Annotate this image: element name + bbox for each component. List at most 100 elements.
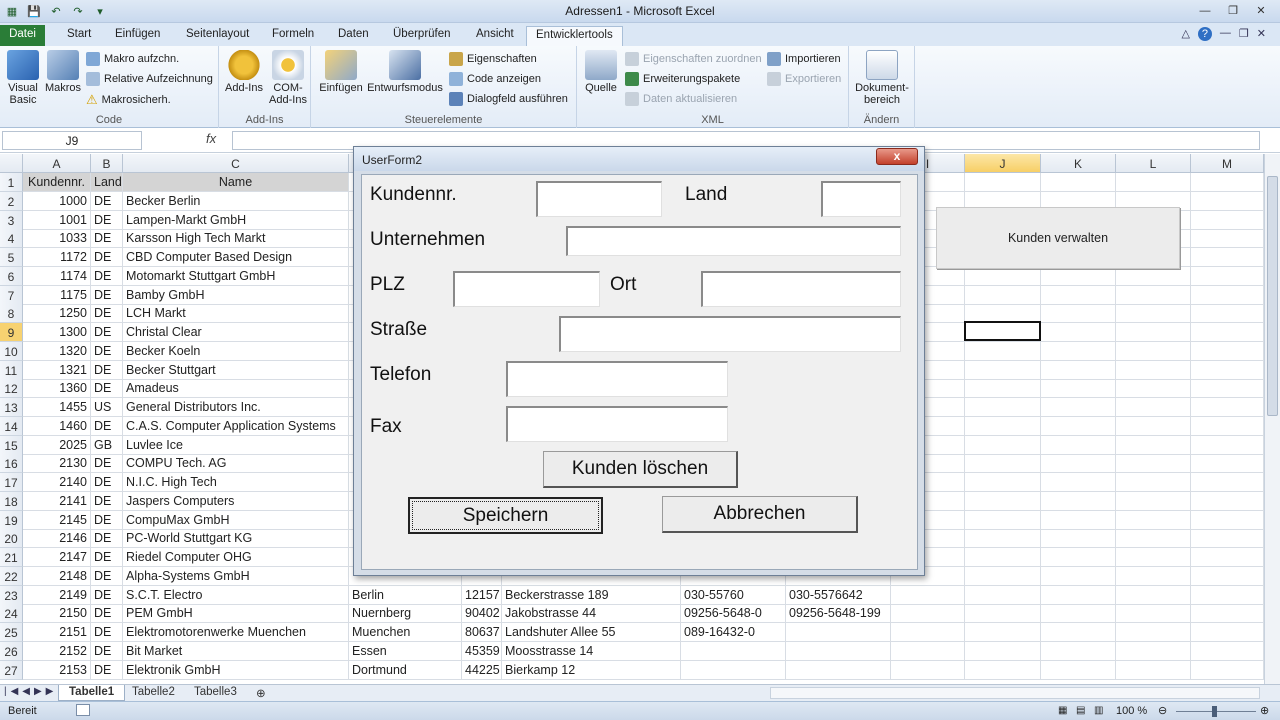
name-box[interactable]: J9 [2, 131, 142, 150]
table-cell[interactable]: GB [91, 435, 123, 455]
makrosicherheit-button[interactable]: ⚠ Makrosicherh. [86, 92, 171, 108]
table-cell[interactable] [965, 454, 1041, 474]
dialogfeld-ausfuehren-button[interactable]: Dialogfeld ausführen [449, 92, 568, 106]
zoom-level[interactable]: 100 % [1116, 705, 1147, 717]
table-cell[interactable]: PEM GmbH [123, 604, 349, 624]
table-cell[interactable]: 90402 [462, 604, 502, 624]
macro-record-status-icon[interactable] [76, 704, 90, 716]
close-icon[interactable]: ✕ [1248, 2, 1274, 19]
table-cell[interactable]: Riedel Computer OHG [123, 548, 349, 567]
row-header[interactable]: 11 [0, 360, 23, 380]
table-cell[interactable] [1041, 304, 1116, 324]
table-cell[interactable] [1116, 604, 1191, 624]
table-cell[interactable]: Muenchen [349, 623, 462, 642]
table-cell[interactable]: N.I.C. High Tech [123, 473, 349, 492]
new-sheet-icon[interactable]: ⊕ [246, 685, 276, 701]
column-header[interactable]: L [1116, 154, 1191, 173]
view-layout-icon[interactable]: ▤ [1076, 705, 1085, 716]
table-cell[interactable] [1191, 173, 1264, 192]
table-cell[interactable] [1116, 379, 1191, 399]
table-cell[interactable] [1116, 285, 1191, 305]
table-cell[interactable]: 2146 [23, 529, 91, 549]
kundennr-input[interactable] [536, 181, 662, 217]
table-cell[interactable]: PC-World Stuttgart KG [123, 529, 349, 549]
minimize-ribbon-icon[interactable]: △ [1181, 27, 1189, 41]
column-header[interactable]: A [23, 154, 91, 173]
addins-button[interactable]: Add-Ins [223, 50, 265, 94]
kunden-loeschen-button[interactable]: Kunden löschen [543, 451, 738, 488]
table-cell[interactable] [1116, 454, 1191, 474]
zoom-in-icon[interactable]: ⊕ [1260, 704, 1269, 717]
table-cell[interactable] [891, 660, 965, 680]
table-cell[interactable]: Alpha-Systems GmbH [123, 566, 349, 586]
table-cell[interactable]: Luvlee Ice [123, 435, 349, 455]
table-cell[interactable]: Becker Koeln [123, 341, 349, 361]
table-cell[interactable]: DE [91, 641, 123, 661]
tab-entwicklertools[interactable]: Entwicklertools [526, 26, 623, 47]
table-cell[interactable] [1041, 266, 1116, 286]
table-cell[interactable]: DE [91, 341, 123, 361]
table-cell[interactable] [1191, 566, 1264, 586]
view-pagebreak-icon[interactable]: ▥ [1094, 705, 1103, 716]
daten-aktualisieren-button[interactable]: Daten aktualisieren [625, 92, 737, 106]
exportieren-button[interactable]: Exportieren [767, 72, 841, 86]
table-cell[interactable] [965, 623, 1041, 642]
table-header-cell[interactable]: Kundennr. [23, 173, 91, 192]
com-addins-button[interactable]: COM-Add-Ins [267, 50, 309, 106]
row-header[interactable]: 15 [0, 435, 23, 455]
table-cell[interactable] [1116, 416, 1191, 436]
row-header[interactable]: 12 [0, 379, 23, 399]
row-header[interactable]: 19 [0, 510, 23, 530]
entwurfsmodus-button[interactable]: Entwurfsmodus [366, 50, 444, 94]
table-cell[interactable]: DE [91, 491, 123, 511]
table-cell[interactable]: DE [91, 323, 123, 342]
table-cell[interactable] [1116, 398, 1191, 417]
row-header[interactable]: 9 [0, 323, 23, 342]
table-cell[interactable] [1116, 341, 1191, 361]
table-cell[interactable] [681, 660, 786, 680]
table-cell[interactable] [1191, 323, 1264, 342]
view-normal-icon[interactable]: ▦ [1058, 705, 1067, 716]
eigenschaften-zuordnen-button[interactable]: Eigenschaften zuordnen [625, 52, 762, 66]
telefon-input[interactable] [506, 361, 728, 397]
table-cell[interactable] [1041, 173, 1116, 192]
table-cell[interactable]: 1321 [23, 360, 91, 380]
table-cell[interactable]: DE [91, 548, 123, 567]
table-cell[interactable] [1191, 623, 1264, 642]
table-cell[interactable]: DE [91, 510, 123, 530]
table-cell[interactable]: 1000 [23, 191, 91, 211]
table-cell[interactable] [1191, 491, 1264, 511]
column-header[interactable]: K [1041, 154, 1116, 173]
table-cell[interactable] [1041, 323, 1116, 342]
table-cell[interactable]: Becker Berlin [123, 191, 349, 211]
tab-start[interactable]: Start [58, 26, 100, 46]
table-cell[interactable]: Bamby GmbH [123, 285, 349, 305]
select-all-corner[interactable] [0, 154, 23, 173]
workbook-minimize-icon[interactable]: — [1220, 27, 1231, 41]
table-cell[interactable]: 030-5576642 [786, 585, 891, 605]
table-cell[interactable] [1041, 641, 1116, 661]
table-cell[interactable] [965, 416, 1041, 436]
sheet-tab-tabelle3[interactable]: Tabelle3 [184, 685, 247, 701]
selected-cell-j9[interactable] [964, 321, 1041, 341]
table-cell[interactable] [965, 585, 1041, 605]
tab-ansicht[interactable]: Ansicht [467, 26, 523, 46]
table-cell[interactable] [1116, 623, 1191, 642]
table-cell[interactable]: 2149 [23, 585, 91, 605]
table-cell[interactable]: DE [91, 416, 123, 436]
table-cell[interactable]: Jakobstrasse 44 [502, 604, 681, 624]
table-cell[interactable]: 1250 [23, 304, 91, 324]
table-cell[interactable] [1191, 473, 1264, 492]
table-cell[interactable] [786, 623, 891, 642]
table-cell[interactable]: 1460 [23, 416, 91, 436]
fax-input[interactable] [506, 406, 728, 442]
einfuegen-button[interactable]: Einfügen [316, 50, 366, 94]
table-cell[interactable]: DE [91, 454, 123, 474]
table-cell[interactable] [1191, 454, 1264, 474]
zoom-out-icon[interactable]: ⊖ [1158, 704, 1167, 717]
table-cell[interactable]: LCH Markt [123, 304, 349, 324]
quelle-button[interactable]: Quelle [581, 50, 621, 94]
table-cell[interactable]: Motomarkt Stuttgart GmbH [123, 266, 349, 286]
row-header[interactable]: 20 [0, 529, 23, 549]
strasse-input[interactable] [559, 316, 901, 352]
